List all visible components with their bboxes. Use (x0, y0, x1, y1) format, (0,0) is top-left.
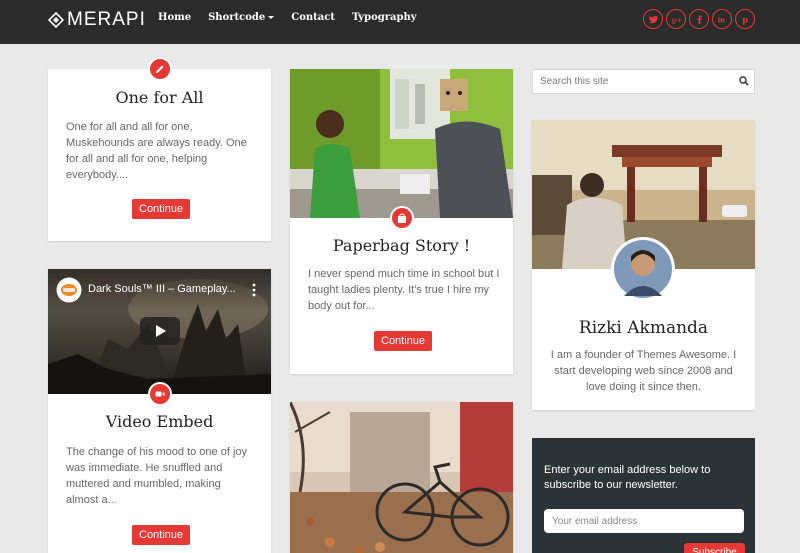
post-format-badge (390, 206, 414, 230)
search-icon[interactable] (739, 76, 749, 86)
continue-button[interactable]: Continue (374, 331, 433, 351)
post-card-one-for-all: One for All One for all and all for one,… (48, 57, 271, 241)
post-format-badge (148, 382, 172, 406)
post-featured-image[interactable] (290, 402, 513, 553)
social-links: g+ in p (640, 9, 755, 29)
subscribe-button[interactable]: Subscribe (684, 543, 745, 553)
profile-widget: Rizki Akmanda I am a founder of Themes A… (532, 120, 755, 410)
nav-home[interactable]: Home (158, 12, 191, 23)
search-box (532, 69, 755, 94)
post-title[interactable]: One for All (48, 88, 271, 107)
svg-text:p: p (742, 14, 748, 24)
site-logo-text: MERAPI (67, 9, 146, 30)
video-title-bar: Dark Souls™ III – Gameplay... (48, 269, 271, 311)
post-excerpt: The change of his mood to one of joy was… (66, 446, 248, 506)
post-card-paperbag-story: Paperbag Story ! I never spend much time… (290, 69, 513, 374)
profile-avatar[interactable] (610, 236, 676, 302)
site-logo[interactable]: MERAPI (48, 9, 146, 31)
continue-button[interactable]: Continue (132, 525, 191, 545)
post-card-video-embed: Dark Souls™ III – Gameplay... Video Embe… (48, 269, 271, 553)
top-navigation-bar: MERAPI Home Shortcode Contact Typography… (0, 0, 800, 44)
nav-contact[interactable]: Contact (291, 12, 335, 23)
main-menu: Home Shortcode Contact Typography (158, 12, 434, 23)
post-card-image (290, 402, 513, 553)
post-format-badge (148, 57, 172, 81)
twitter-icon[interactable] (643, 9, 663, 29)
post-featured-image[interactable] (290, 69, 513, 218)
post-excerpt: One for all and all for one, Muskehounds… (66, 121, 247, 181)
svg-text:in: in (717, 16, 724, 24)
google-plus-icon[interactable]: g+ (666, 9, 686, 29)
shopping-bag-icon (398, 213, 406, 223)
pinterest-icon[interactable]: p (735, 9, 755, 29)
more-options-icon[interactable] (251, 283, 257, 297)
facebook-icon[interactable] (689, 9, 709, 29)
nav-shortcode-label: Shortcode (208, 12, 266, 23)
caret-down-icon (268, 16, 275, 19)
newsletter-widget: Enter your email address below to subscr… (532, 438, 755, 553)
linkedin-icon[interactable]: in (712, 9, 732, 29)
newsletter-text: Enter your email address below to subscr… (544, 464, 711, 491)
nav-typography[interactable]: Typography (352, 12, 417, 23)
email-field[interactable] (544, 509, 744, 533)
post-title[interactable]: Video Embed (48, 412, 271, 431)
search-input[interactable] (533, 70, 728, 93)
play-button-icon[interactable] (140, 317, 180, 345)
svg-text:g+: g+ (671, 15, 682, 24)
profile-bio: I am a founder of Themes Awesome. I star… (550, 349, 737, 393)
video-title[interactable]: Dark Souls™ III – Gameplay... (88, 283, 236, 295)
profile-name: Rizki Akmanda (578, 318, 709, 338)
post-excerpt: I never spend much time in school but I … (308, 268, 500, 312)
channel-avatar-icon[interactable] (56, 277, 82, 303)
diamond-logo-icon (48, 12, 64, 28)
video-camera-icon (155, 391, 165, 397)
continue-button[interactable]: Continue (132, 199, 191, 219)
pencil-icon (156, 65, 164, 73)
post-title[interactable]: Paperbag Story ! (290, 236, 513, 255)
nav-shortcode[interactable]: Shortcode (208, 12, 275, 23)
